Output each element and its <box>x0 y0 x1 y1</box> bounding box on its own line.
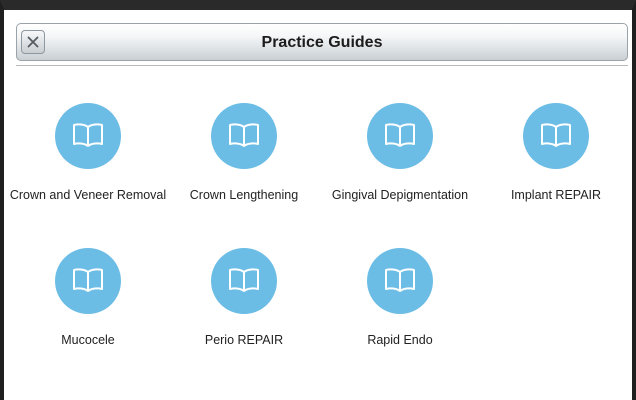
close-x-icon <box>27 36 39 48</box>
open-book-icon <box>385 268 415 292</box>
guide-icon-circle <box>55 103 121 169</box>
guide-label: Mucocele <box>61 333 115 347</box>
guide-label: Crown Lengthening <box>189 188 299 202</box>
guide-perio-repair[interactable]: Perio REPAIR <box>166 248 322 368</box>
guide-icon-circle <box>55 248 121 314</box>
guide-implant-repair[interactable]: Implant REPAIR <box>478 103 634 223</box>
open-book-icon <box>73 123 103 147</box>
guide-label: Rapid Endo <box>367 333 433 347</box>
guide-icon-circle <box>211 248 277 314</box>
guide-label: Crown and Veneer Removal <box>9 188 167 202</box>
guide-label: Implant REPAIR <box>510 188 602 202</box>
open-book-icon <box>229 123 259 147</box>
open-book-icon <box>229 268 259 292</box>
guide-rapid-endo[interactable]: Rapid Endo <box>322 248 478 368</box>
guide-gingival-depigmentation[interactable]: Gingival Depigmentation <box>322 103 478 223</box>
dialog-title: Practice Guides <box>261 34 383 51</box>
guide-icon-circle <box>367 103 433 169</box>
title-bar: Practice Guides <box>16 23 628 61</box>
guide-crown-lengthening[interactable]: Crown Lengthening <box>166 103 322 223</box>
open-book-icon <box>541 123 571 147</box>
guide-mucocele[interactable]: Mucocele <box>10 248 166 368</box>
guide-icon-circle <box>367 248 433 314</box>
guide-crown-veneer-removal[interactable]: Crown and Veneer Removal <box>10 103 166 223</box>
guide-label: Gingival Depigmentation <box>331 188 469 202</box>
title-divider <box>16 65 628 66</box>
guide-label: Perio REPAIR <box>204 333 284 347</box>
close-button[interactable] <box>21 30 45 54</box>
guide-icon-circle <box>211 103 277 169</box>
open-book-icon <box>73 268 103 292</box>
guide-icon-circle <box>523 103 589 169</box>
open-book-icon <box>385 123 415 147</box>
